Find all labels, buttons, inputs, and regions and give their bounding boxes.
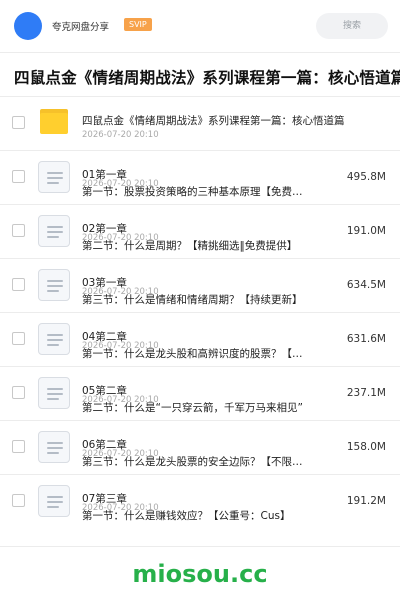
file-row[interactable]: 04第二章 2026-07-20 20:10 第一节：什么是龙头股和高辨识度的股… xyxy=(0,312,400,366)
file-size: 191.0M xyxy=(346,225,386,237)
file-size: 631.6M xyxy=(346,333,386,345)
file-row[interactable]: 05第二章 2026-07-20 20:10 第二节：什么是“一只穿云箭，千军万… xyxy=(0,366,400,420)
row-checkbox[interactable] xyxy=(12,494,25,507)
divider xyxy=(0,546,400,547)
folder-row[interactable]: 四鼠点金《情绪周期战法》系列课程第一篇：核心悟道篇 2026-07-20 20:… xyxy=(0,96,400,150)
document-icon xyxy=(38,323,70,355)
file-row[interactable]: 03第一章 2026-07-20 20:10 第三节：什么是情绪和情绪周期？【持… xyxy=(0,258,400,312)
document-icon xyxy=(38,215,70,247)
svip-badge: SVIP xyxy=(124,18,152,31)
file-title: 第一节：什么是龙头股和高辨识度的股票？【免费】 xyxy=(82,348,304,360)
top-bar: 夸克网盘分享 SVIP 搜索 xyxy=(0,0,400,52)
row-checkbox[interactable] xyxy=(12,386,25,399)
document-icon xyxy=(38,377,70,409)
file-size: 158.0M xyxy=(346,441,386,453)
page-title: 四鼠点金《情绪周期战法》系列课程第一篇：核心悟道篇 xyxy=(14,69,400,87)
file-title: 第一节：股票投资策略的三种基本原理【免费提供】 xyxy=(82,186,304,198)
folder-name: 四鼠点金《情绪周期战法》系列课程第一篇：核心悟道篇 xyxy=(82,115,345,127)
file-size: 237.1M xyxy=(346,387,386,399)
file-title: 第三节：什么是情绪和情绪周期？【持续更新】 xyxy=(82,294,303,306)
file-size: 495.8M xyxy=(346,171,386,183)
file-row[interactable]: 01第一章 2026-07-20 20:10 第一节：股票投资策略的三种基本原理… xyxy=(0,150,400,204)
document-icon xyxy=(38,431,70,463)
row-checkbox[interactable] xyxy=(12,224,25,237)
file-size: 634.5M xyxy=(346,279,386,291)
document-icon xyxy=(38,485,70,517)
row-checkbox[interactable] xyxy=(12,440,25,453)
watermark-text: miosou.cc xyxy=(132,560,268,588)
avatar[interactable] xyxy=(14,12,42,40)
row-checkbox[interactable] xyxy=(12,116,25,129)
document-icon xyxy=(38,161,70,193)
file-row[interactable]: 02第一章 2026-07-20 20:10 第二节：什么是周期？【精挑细选‖免… xyxy=(0,204,400,258)
folder-date: 2026-07-20 20:10 xyxy=(82,130,159,140)
file-title: 第二节：什么是“一只穿云箭，千军万马来相见” xyxy=(82,402,303,414)
file-title: 第三节：什么是龙头股票的安全边际？【不限速】 xyxy=(82,456,304,468)
document-icon xyxy=(38,269,70,301)
share-title: 夸克网盘分享 xyxy=(52,22,110,33)
file-title: 第一节：什么是赚钱效应？【公重号：Cus】 xyxy=(82,510,291,522)
folder-icon xyxy=(38,106,70,138)
file-title: 第二节：什么是周期？【精挑细选‖免费提供】 xyxy=(82,240,298,252)
row-checkbox[interactable] xyxy=(12,332,25,345)
file-size: 191.2M xyxy=(346,495,386,507)
row-checkbox[interactable] xyxy=(12,278,25,291)
file-row[interactable]: 07第三章 2026-07-20 20:10 第一节：什么是赚钱效应？【公重号：… xyxy=(0,474,400,528)
file-row[interactable]: 06第二章 2026-07-20 20:10 第三节：什么是龙头股票的安全边际？… xyxy=(0,420,400,474)
search-input[interactable]: 搜索 xyxy=(316,13,388,39)
divider xyxy=(0,52,400,53)
row-checkbox[interactable] xyxy=(12,170,25,183)
